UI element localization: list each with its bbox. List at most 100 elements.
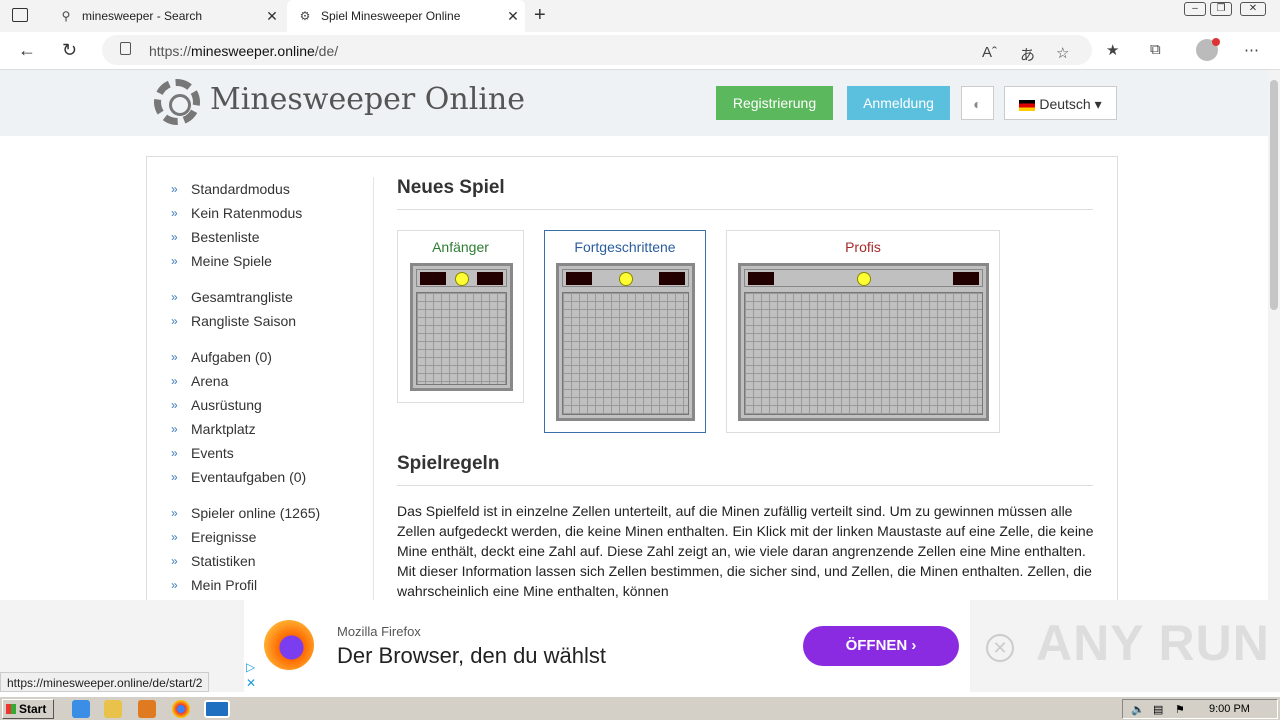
close-tab-icon[interactable]: ✕ — [501, 8, 525, 25]
back-icon[interactable]: ← — [18, 40, 36, 61]
page-scrollbar[interactable] — [1268, 70, 1280, 600]
double-chevron-icon: » — [171, 578, 178, 592]
chrome-icon[interactable] — [172, 700, 190, 718]
login-button[interactable]: Anmeldung — [847, 86, 950, 120]
sidebar-item[interactable]: » Ereignisse — [171, 525, 361, 549]
double-chevron-icon: » — [171, 314, 178, 328]
sidebar-item[interactable]: » Bestenliste — [171, 225, 361, 249]
folder-icon[interactable] — [104, 700, 122, 718]
sidebar-item[interactable]: » Rangliste Saison — [171, 309, 361, 333]
new-game-title: Neues Spiel — [397, 177, 505, 198]
sidebar-menu: » Standardmodus » Kein Ratenmodus » Bestenl… — [171, 177, 361, 600]
sidebar-item-label: Ereignisse — [191, 529, 257, 545]
gear-icon: ⚙ — [299, 9, 311, 23]
network-icon[interactable]: ▤ — [1153, 703, 1163, 716]
smiley-icon — [856, 272, 871, 286]
ad-choices-icon[interactable]: ▷ — [246, 660, 255, 674]
sidebar-item[interactable]: » Aufgaben (0) — [171, 345, 361, 369]
more-menu-icon[interactable]: ⋯ — [1244, 41, 1259, 59]
url-text[interactable]: https://minesweeper.online/de/ — [149, 43, 338, 59]
section-divider — [397, 209, 1093, 210]
theme-toggle-icon[interactable]: ◐ — [961, 86, 994, 120]
lock-icon[interactable] — [120, 42, 131, 55]
reload-icon[interactable]: ↻ — [62, 40, 77, 61]
section-divider — [397, 485, 1093, 486]
sidebar-item[interactable]: » Events — [171, 441, 361, 465]
sidebar-item[interactable]: » Mein Profil — [171, 573, 361, 597]
tab-bar: ⚲ minesweeper - Search ✕ ⚙ Spiel Mineswe… — [0, 0, 1280, 32]
sidebar-item[interactable]: » Ausrüstung — [171, 393, 361, 417]
address-row: ← ↻ https://minesweeper.online/de/ Aˆ あ … — [0, 32, 1280, 70]
favorites-icon[interactable]: ★ — [1106, 41, 1119, 59]
profile-avatar[interactable] — [1196, 38, 1220, 61]
site-title[interactable]: Minesweeper Online — [210, 82, 525, 117]
ie-icon[interactable] — [72, 700, 90, 718]
sidebar-item[interactable]: » Gesamtrangliste — [171, 285, 361, 309]
level-label: Anfänger — [432, 239, 489, 255]
close-tab-icon[interactable]: ✕ — [260, 8, 284, 25]
logo-gear-icon[interactable] — [154, 79, 200, 125]
edge-icon[interactable] — [204, 700, 230, 718]
new-tab-button[interactable]: + — [534, 4, 546, 27]
double-chevron-icon: » — [171, 554, 178, 568]
start-button[interactable]: Start — [2, 699, 54, 719]
german-flag-icon — [1019, 99, 1036, 111]
firefox-ad[interactable]: Mozilla Firefox Der Browser, den du wähl… — [244, 600, 970, 692]
language-select[interactable]: Deutsch ▾ — [1004, 86, 1117, 120]
ad-close-icon[interactable]: ✕ — [986, 634, 1014, 662]
minimize-icon[interactable]: – — [1184, 2, 1206, 16]
tab-search[interactable]: ⚲ minesweeper - Search ✕ — [48, 0, 284, 32]
search-icon: ⚲ — [61, 9, 71, 23]
flag-icon[interactable]: ⚑ — [1175, 703, 1185, 716]
double-chevron-icon: » — [171, 254, 178, 268]
expert-game-card[interactable]: Profis — [726, 230, 1000, 433]
tab-actions-icon[interactable] — [12, 8, 28, 22]
sidebar-item-label: Bestenliste — [191, 229, 260, 245]
beginner-game-card[interactable]: Anfänger — [397, 230, 524, 403]
intermediate-game-card[interactable]: Fortgeschrittene — [544, 230, 706, 433]
read-aloud-icon[interactable]: Aˆ — [982, 44, 997, 61]
sidebar-item[interactable]: » Meine Spiele — [171, 249, 361, 273]
tab-title: minesweeper - Search — [82, 9, 203, 23]
address-bar[interactable]: https://minesweeper.online/de/ Aˆ あ ☆ — [102, 35, 1092, 65]
rules-text: Das Spielfeld ist in einzelne Zellen unt… — [397, 503, 1094, 599]
board-preview — [410, 263, 513, 391]
sidebar-item[interactable]: » Eventaufgaben (0) — [171, 465, 361, 489]
sidebar-item[interactable]: » Marktplatz — [171, 417, 361, 441]
sidebar-item-label: Rangliste Saison — [191, 313, 297, 329]
timer-counter — [477, 272, 503, 285]
double-chevron-icon: » — [171, 422, 178, 436]
sidebar-item-label: Arena — [191, 373, 229, 389]
volume-icon[interactable]: 🔈 — [1131, 703, 1145, 716]
register-button[interactable]: Registrierung — [716, 86, 833, 120]
firefox-logo-icon — [264, 620, 314, 670]
double-chevron-icon: » — [171, 374, 178, 388]
sidebar-item-label: Ausrüstung — [191, 397, 262, 413]
clock: 9:00 PM — [1209, 703, 1250, 715]
media-player-icon[interactable] — [138, 700, 156, 718]
sidebar-item-label: Statistiken — [191, 553, 256, 569]
scrollbar-thumb[interactable] — [1270, 80, 1278, 310]
double-chevron-icon: » — [171, 530, 178, 544]
add-favorite-icon[interactable]: ☆ — [1056, 44, 1069, 62]
smiley-icon — [618, 272, 633, 286]
double-chevron-icon: » — [171, 206, 178, 220]
tab-minesweeper[interactable]: ⚙ Spiel Minesweeper Online ✕ — [287, 0, 525, 32]
mine-counter — [748, 272, 774, 285]
sidebar-item[interactable]: » Kein Ratenmodus — [171, 201, 361, 225]
restore-icon[interactable]: ❐ — [1210, 2, 1232, 16]
sidebar-item[interactable]: » Spieler online (1265) — [171, 501, 361, 525]
collections-icon[interactable]: ⧉ — [1150, 41, 1161, 58]
sidebar-item-label: Marktplatz — [191, 421, 256, 437]
close-window-icon[interactable]: ✕ — [1240, 2, 1266, 16]
web-page: Minesweeper Online Registrierung Anmeldu… — [0, 70, 1268, 600]
sidebar-item[interactable]: » Standardmodus — [171, 177, 361, 201]
ad-close-small-icon[interactable]: ✕ — [246, 676, 256, 690]
translate-icon[interactable]: あ — [1020, 44, 1035, 65]
ad-open-button[interactable]: ÖFFNEN › — [803, 626, 959, 666]
sidebar-item[interactable]: » Statistiken — [171, 549, 361, 573]
sidebar-item[interactable]: » Arena — [171, 369, 361, 393]
sidebar-item-label: Meine Spiele — [191, 253, 272, 269]
double-chevron-icon: » — [171, 290, 178, 304]
sidebar-item-label: Standardmodus — [191, 181, 290, 197]
